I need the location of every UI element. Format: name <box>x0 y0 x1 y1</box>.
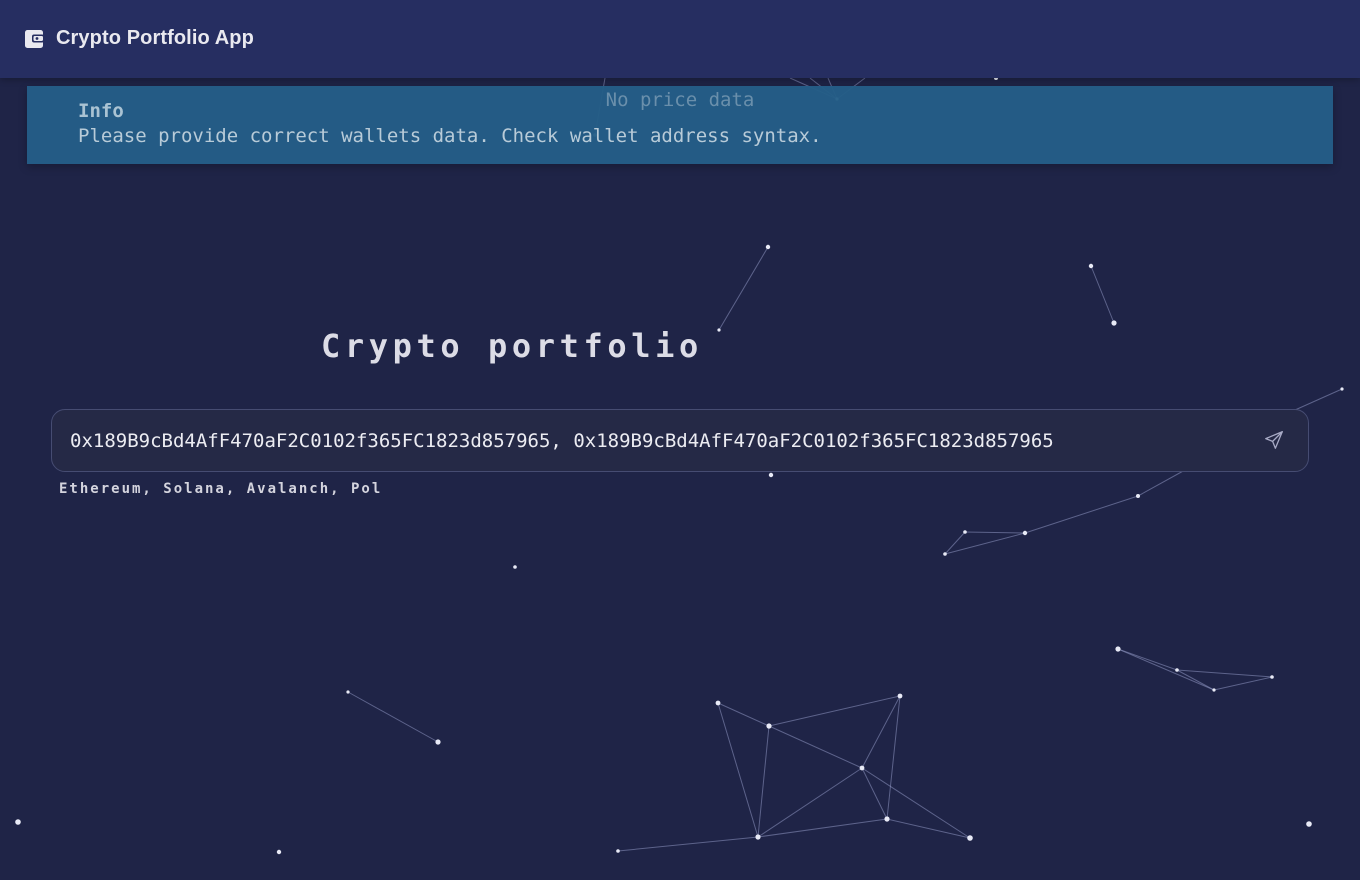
wallet-address-input[interactable] <box>70 410 1250 471</box>
send-button[interactable] <box>1260 426 1288 454</box>
app-title: Crypto Portfolio App <box>56 27 254 49</box>
app-header: Crypto Portfolio App <box>0 0 1360 78</box>
alert-title: Info <box>78 100 124 122</box>
send-icon <box>1263 429 1285 451</box>
alert-message: Please provide correct wallets data. Che… <box>78 125 822 147</box>
page-title: Crypto portfolio <box>321 327 703 365</box>
wallet-icon <box>24 28 45 49</box>
info-alert: Info Please provide correct wallets data… <box>27 86 1333 164</box>
wallet-address-field <box>51 409 1309 472</box>
supported-networks-helper: Ethereum, Solana, Avalanch, Pol <box>59 481 383 497</box>
